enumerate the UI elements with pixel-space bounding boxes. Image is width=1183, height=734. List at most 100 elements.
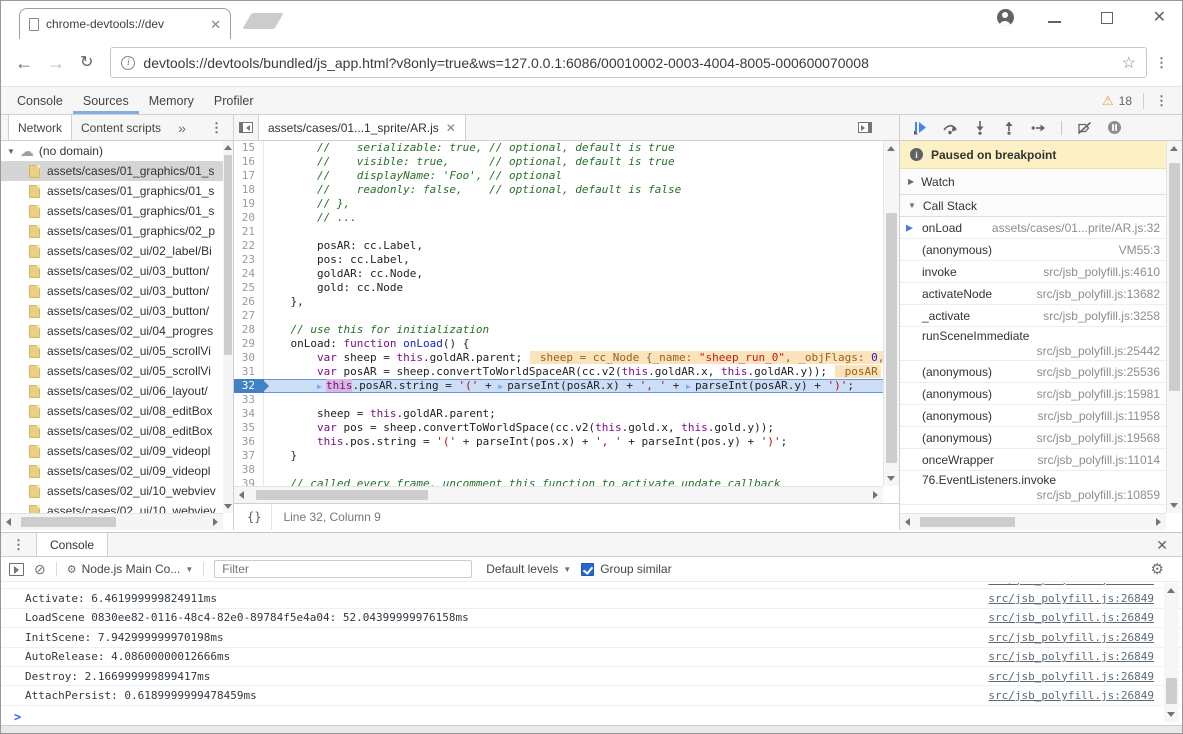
call-stack-frame[interactable]: (anonymous)src/jsb_polyfill.js:11958 (900, 405, 1166, 427)
console-source-link[interactable]: src/jsb_polyfill.js:26849 (968, 650, 1154, 663)
pretty-print-button[interactable]: {} (234, 504, 272, 530)
hide-debugger-icon[interactable] (853, 115, 877, 140)
line-number[interactable]: 35 (234, 421, 264, 435)
console-source-link[interactable]: src/jsb_polyfill.js:26849 (968, 611, 1154, 624)
filter-input[interactable] (214, 560, 472, 578)
editor-horizontal-scrollbar[interactable] (234, 486, 883, 503)
line-number[interactable]: 21 (234, 225, 264, 239)
scroll-up-icon[interactable] (1167, 588, 1175, 593)
debugger-vertical-scrollbar[interactable] (1166, 141, 1182, 513)
call-stack-frame[interactable]: runSceneImmediatesrc/jsb_polyfill.js:254… (900, 327, 1166, 361)
javascript-context-selector[interactable]: ⚙ Node.js Main Co... ▼ (67, 562, 194, 576)
scroll-left-icon[interactable] (239, 491, 244, 499)
scroll-left-icon[interactable] (905, 518, 910, 526)
close-file-icon[interactable]: ✕ (446, 121, 456, 135)
chevron-right-icon[interactable]: ▶ (908, 177, 914, 186)
file-tree-item[interactable]: assets/cases/02_ui/03_button/ (1, 301, 233, 321)
line-number[interactable]: 22 (234, 239, 264, 253)
line-number[interactable]: 24 (234, 267, 264, 281)
file-tree-item[interactable]: assets/cases/02_ui/09_videopl (1, 441, 233, 461)
call-stack-section-header[interactable]: ▼ Call Stack (900, 195, 1182, 217)
scrollbar-thumb[interactable] (886, 213, 897, 463)
main-tab-console[interactable]: Console (7, 87, 73, 114)
browser-tab[interactable]: chrome-devtools://dev ✕ (19, 8, 231, 39)
pause-on-exceptions-icon[interactable] (1107, 120, 1122, 135)
scrollbar-thumb[interactable] (256, 490, 428, 500)
call-stack-frame[interactable]: (anonymous)src/jsb_polyfill.js:19568 (900, 427, 1166, 449)
file-tree-item[interactable]: assets/cases/02_ui/10_webviev (1, 501, 233, 513)
line-number[interactable]: 27 (234, 309, 264, 323)
line-number[interactable]: 29 (234, 337, 264, 351)
console-vertical-scrollbar[interactable] (1164, 583, 1179, 722)
close-window-button[interactable]: ✕ (1153, 10, 1166, 26)
navigator-menu-icon[interactable]: ⋮ (210, 120, 223, 136)
scroll-down-icon[interactable] (1170, 503, 1178, 508)
watch-section-header[interactable]: ▶ Watch (900, 169, 1182, 195)
chevron-down-icon[interactable]: ▼ (908, 201, 916, 210)
console-source-link[interactable]: src/jsb_polyfill.js:26849 (968, 592, 1154, 605)
scroll-down-icon[interactable] (224, 504, 232, 509)
line-number[interactable]: 32 (234, 379, 264, 393)
log-levels-dropdown[interactable]: Default levels ▼ (486, 562, 571, 576)
file-tree-item[interactable]: assets/cases/01_graphics/01_s (1, 181, 233, 201)
scroll-left-icon[interactable] (6, 518, 11, 526)
reload-icon[interactable]: ↻ (80, 55, 93, 71)
more-tabs-icon[interactable]: » (178, 120, 186, 136)
console-source-link[interactable]: src/jsb_polyfill.js:26849 (968, 631, 1154, 644)
file-tree-item[interactable]: assets/cases/02_ui/10_webviev (1, 481, 233, 501)
profile-icon[interactable] (997, 9, 1014, 26)
call-stack-frame[interactable]: (anonymous)src/jsb_polyfill.js:15981 (900, 383, 1166, 405)
navigator-horizontal-scrollbar[interactable] (1, 513, 223, 530)
scroll-right-icon[interactable] (213, 518, 218, 526)
step-into-icon[interactable] (973, 120, 987, 135)
step-over-icon[interactable] (942, 121, 958, 135)
tab-close-icon[interactable]: ✕ (210, 18, 221, 31)
file-tree-item[interactable]: assets/cases/02_ui/04_progres (1, 321, 233, 341)
scroll-right-icon[interactable] (873, 491, 878, 499)
file-tree-item[interactable]: assets/cases/02_ui/03_button/ (1, 261, 233, 281)
call-stack-frame[interactable]: _activatesrc/jsb_polyfill.js:3258 (900, 305, 1166, 327)
devtools-menu-icon[interactable]: ⋮ (1155, 93, 1168, 109)
forward-icon[interactable]: → (47, 54, 65, 72)
line-number[interactable]: 16 (234, 155, 264, 169)
console-settings-gear-icon[interactable]: ⚙ (1151, 560, 1164, 578)
line-number[interactable]: 18 (234, 183, 264, 197)
line-number[interactable]: 39 (234, 477, 264, 486)
line-number[interactable]: 37 (234, 449, 264, 463)
main-tab-memory[interactable]: Memory (139, 87, 204, 114)
scrollbar-thumb[interactable] (21, 517, 116, 527)
call-stack-frame[interactable]: ▶onLoadassets/cases/01...prite/AR.js:32 (900, 217, 1166, 239)
step-out-icon[interactable] (1002, 120, 1016, 135)
file-tree-item[interactable]: assets/cases/02_ui/03_button/ (1, 281, 233, 301)
resume-icon[interactable] (912, 120, 927, 135)
browser-menu-icon[interactable]: ⋮ (1155, 55, 1168, 71)
checkbox-checked-icon[interactable] (581, 563, 594, 576)
scroll-up-icon[interactable] (224, 145, 232, 150)
line-number[interactable]: 34 (234, 407, 264, 421)
main-tab-sources[interactable]: Sources (73, 87, 139, 114)
line-number[interactable]: 20 (234, 211, 264, 225)
call-stack-frame[interactable]: onceWrappersrc/jsb_polyfill.js:11014 (900, 449, 1166, 471)
minimize-button[interactable] (1048, 21, 1061, 23)
clear-console-icon[interactable]: ⊘ (34, 562, 46, 576)
line-number[interactable]: 15 (234, 141, 264, 155)
scroll-down-icon[interactable] (1167, 712, 1175, 717)
group-similar-toggle[interactable]: Group similar (581, 562, 671, 576)
scrollbar-thumb[interactable] (1166, 678, 1177, 704)
debugger-horizontal-scrollbar[interactable] (900, 513, 1166, 530)
line-number[interactable]: 23 (234, 253, 264, 267)
address-bar[interactable]: i devtools://devtools/bundled/js_app.htm… (110, 47, 1147, 78)
step-icon[interactable] (1031, 121, 1046, 135)
deactivate-breakpoints-icon[interactable] (1077, 121, 1092, 135)
navigator-vertical-scrollbar[interactable] (223, 141, 233, 513)
line-number[interactable]: 25 (234, 281, 264, 295)
navigator-tab-content-scripts[interactable]: Content scripts (72, 115, 170, 140)
call-stack-frame[interactable]: 76.EventListeners.invokesrc/jsb_polyfill… (900, 471, 1166, 505)
line-number[interactable]: 38 (234, 463, 264, 477)
call-stack-frame[interactable]: (anonymous)VM55:3 (900, 239, 1166, 261)
new-tab-button[interactable] (242, 13, 283, 29)
scrollbar-thumb[interactable] (920, 517, 1015, 527)
console-source-link[interactable]: src/jsb_polyfill.js:26849 (968, 583, 1154, 586)
scroll-up-icon[interactable] (887, 146, 895, 151)
file-tree-item[interactable]: assets/cases/01_graphics/01_s (1, 201, 233, 221)
